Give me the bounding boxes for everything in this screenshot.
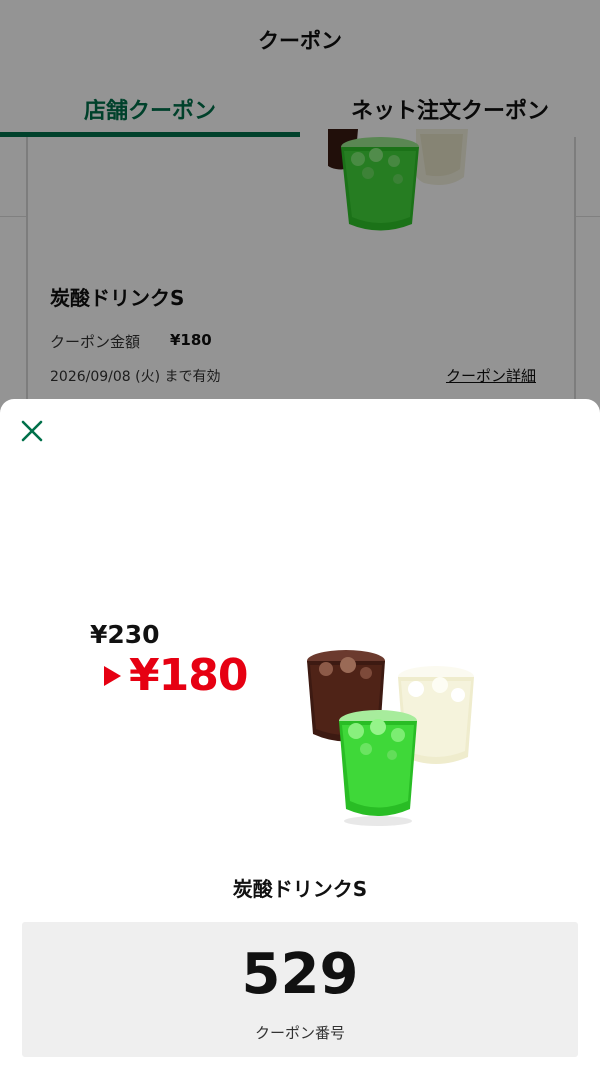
sheet-coupon-title: 炭酸ドリンクS <box>232 877 368 901</box>
coupon-number-label: クーポン番号 <box>254 1024 345 1042</box>
discount-price: ¥180 <box>104 650 248 701</box>
discount-price-value: ¥180 <box>129 650 248 701</box>
coupon-number: 529 <box>241 942 359 1007</box>
close-icon[interactable] <box>18 417 46 445</box>
drink-image <box>307 650 474 826</box>
coupon-bottom-sheet: ¥230 ¥180 炭酸ドリンクS 529 クーポン番号 <box>0 399 600 1080</box>
coupon-code-box: 529 クーポン番号 <box>22 922 578 1057</box>
arrow-icon <box>104 665 121 686</box>
original-price: ¥230 <box>90 620 160 649</box>
